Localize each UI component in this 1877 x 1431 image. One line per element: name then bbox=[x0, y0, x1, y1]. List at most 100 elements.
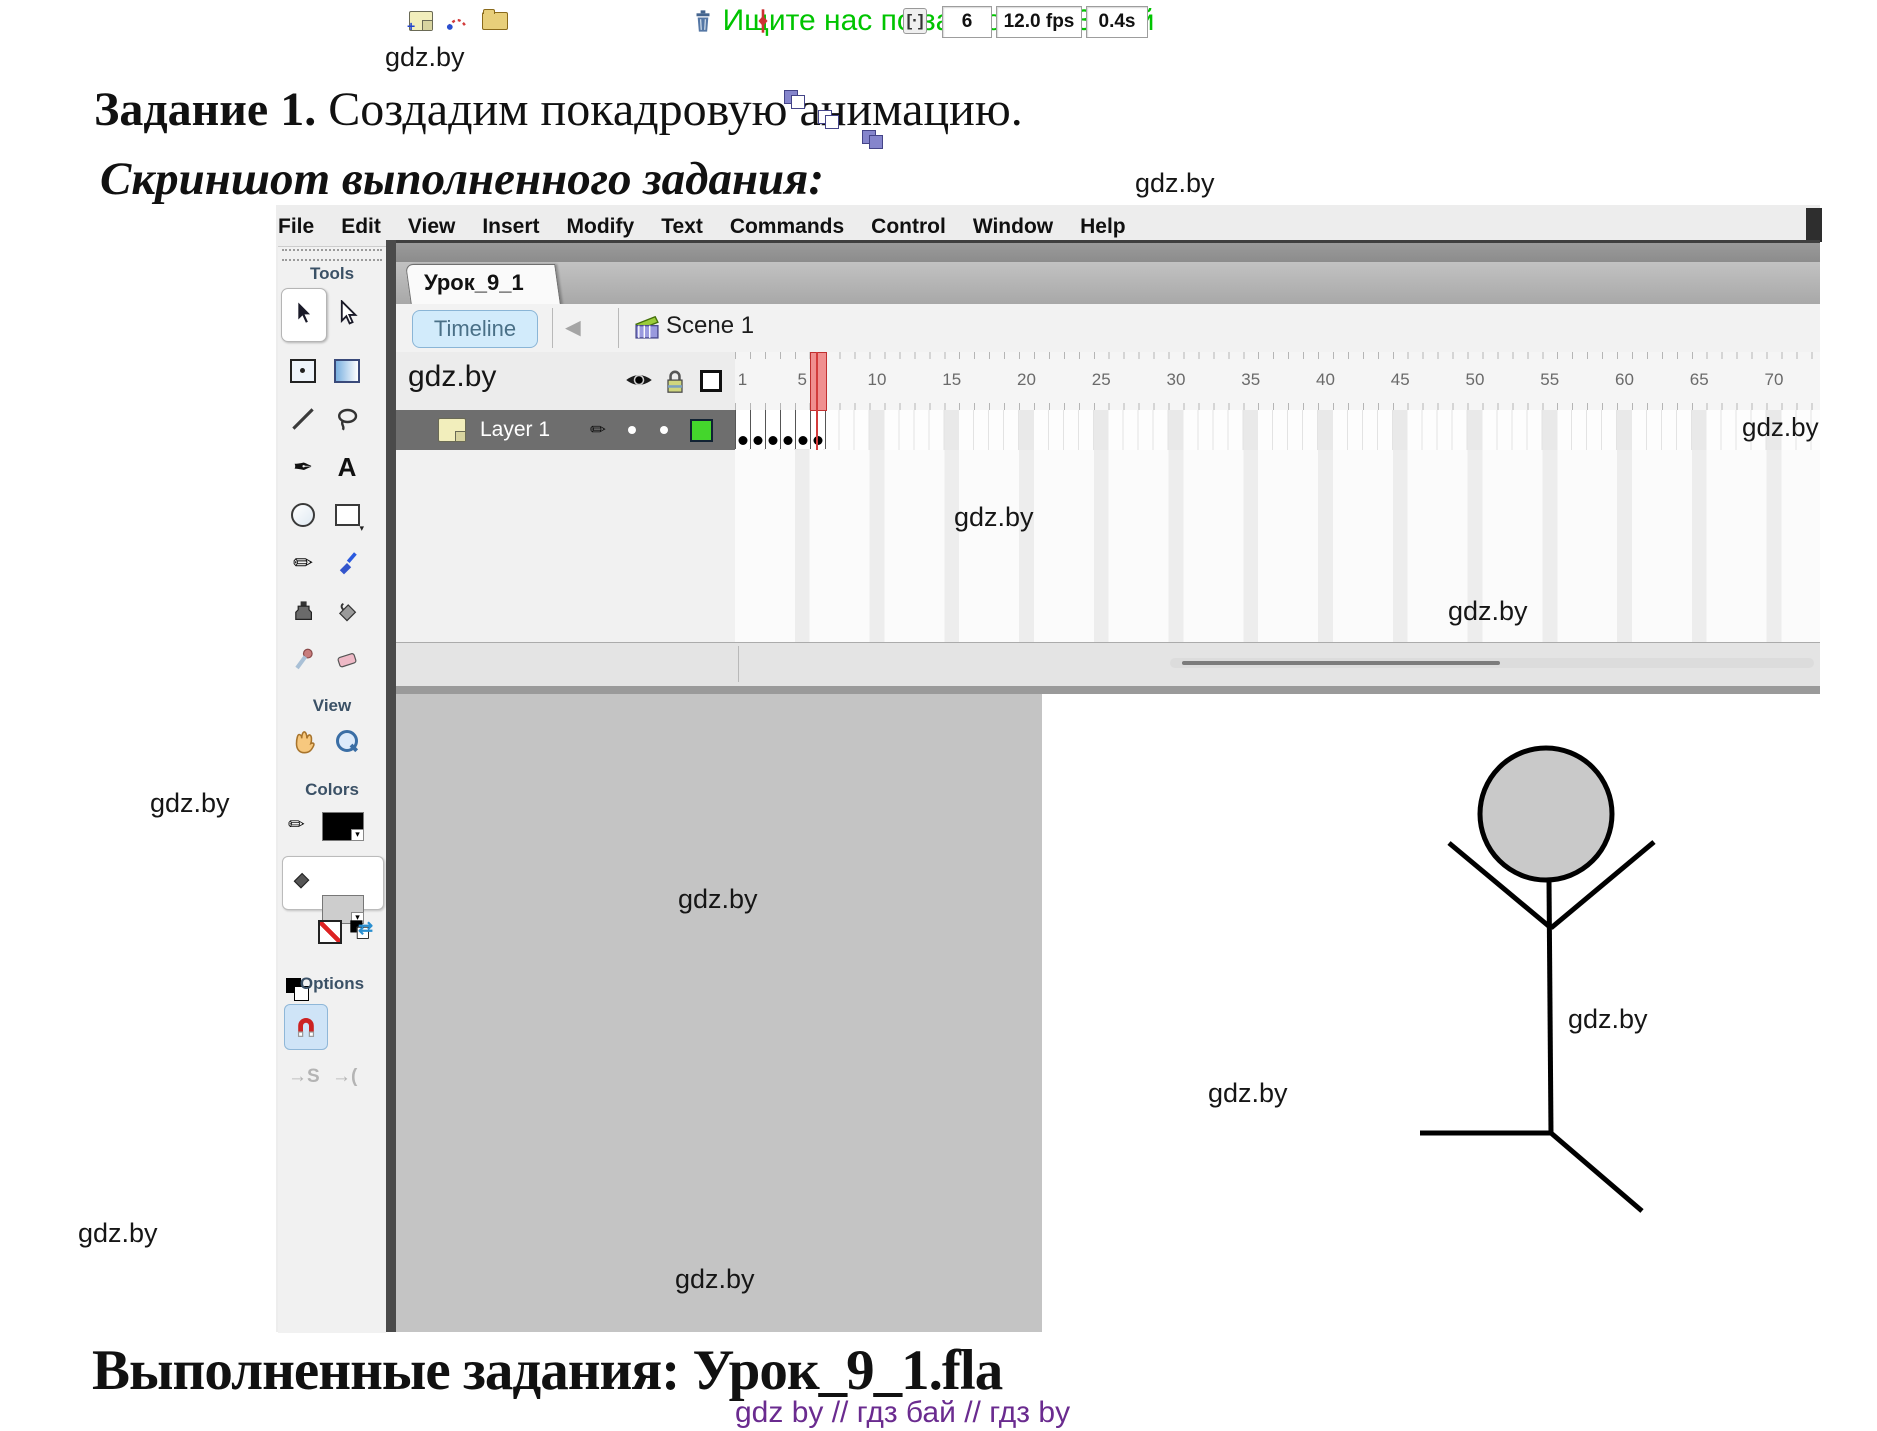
frames-row[interactable] bbox=[735, 410, 1820, 451]
menu-file[interactable]: File bbox=[278, 215, 314, 239]
eraser-icon bbox=[335, 647, 359, 671]
pencil-tool[interactable]: ✏ bbox=[284, 544, 322, 582]
delete-layer-button[interactable] bbox=[688, 6, 718, 36]
stroke-color-tool-icon: ✏ bbox=[288, 812, 305, 837]
hand-icon bbox=[290, 728, 316, 754]
oval-tool[interactable] bbox=[284, 496, 322, 534]
keyframe-dot bbox=[753, 436, 762, 445]
text-tool[interactable]: A bbox=[328, 448, 366, 486]
scene-name[interactable]: Scene 1 bbox=[666, 312, 754, 340]
menu-window[interactable]: Window bbox=[973, 215, 1053, 239]
gradient-transform-tool[interactable] bbox=[328, 352, 366, 390]
ruler-number: 40 bbox=[1316, 370, 1335, 390]
modify-onion-markers-button[interactable]: [·] bbox=[900, 6, 930, 36]
menu-view[interactable]: View bbox=[408, 215, 455, 239]
menu-control[interactable]: Control bbox=[871, 215, 946, 239]
selection-tool[interactable] bbox=[284, 294, 322, 332]
rectangle-tool[interactable]: ▾ bbox=[328, 496, 366, 534]
smooth-option[interactable]: →S bbox=[288, 1066, 320, 1088]
menu-help[interactable]: Help bbox=[1080, 215, 1126, 239]
elapsed-time-field[interactable]: 0.4s bbox=[1086, 6, 1148, 38]
layer-visibility-dot[interactable] bbox=[628, 426, 636, 434]
swap-arrows-icon: ⇄ bbox=[358, 918, 373, 939]
ruler-number: 25 bbox=[1092, 370, 1111, 390]
document-tab-label[interactable]: Урок_9_1 bbox=[424, 270, 524, 296]
keyframe-cell[interactable] bbox=[795, 410, 811, 449]
separator bbox=[738, 646, 739, 682]
swap-colors-button[interactable]: ⇄ bbox=[348, 918, 378, 942]
ruler-number: 50 bbox=[1466, 370, 1485, 390]
timeline-toggle-button[interactable]: Timeline bbox=[412, 310, 538, 348]
ink-bottle-icon bbox=[291, 599, 315, 623]
lock-layers-icon[interactable] bbox=[662, 368, 688, 401]
eraser-tool[interactable] bbox=[328, 640, 366, 678]
menu-insert[interactable]: Insert bbox=[482, 215, 539, 239]
onion-skin-button[interactable] bbox=[784, 88, 806, 108]
onion-skin-outlines-button[interactable] bbox=[818, 108, 840, 128]
timeline-scrollbar-thumb[interactable] bbox=[1182, 661, 1500, 665]
completed-tasks-line: Выполненные задания: Урок_9_1.fla bbox=[92, 1338, 1002, 1403]
ruler-number: 1 bbox=[738, 370, 747, 390]
insert-layer-button[interactable]: + bbox=[406, 6, 436, 36]
subselection-tool[interactable] bbox=[328, 294, 366, 332]
stage-pasteboard[interactable] bbox=[396, 694, 1042, 1332]
timeline-ruler[interactable]: 1510152025303540455055606570 bbox=[735, 352, 1820, 411]
watermark: gdz.by bbox=[675, 1264, 755, 1295]
current-frame-field[interactable]: 6 bbox=[942, 6, 992, 38]
eyedropper-tool[interactable] bbox=[284, 640, 322, 678]
panel-grip[interactable] bbox=[282, 249, 382, 261]
stick-head bbox=[1480, 748, 1612, 880]
snap-to-objects-toggle[interactable] bbox=[284, 1004, 328, 1050]
separator bbox=[618, 308, 619, 348]
tools-section-label: Tools bbox=[278, 264, 386, 284]
frame-rate-field[interactable]: 12.0 fps bbox=[996, 6, 1082, 38]
straighten-option[interactable]: →( bbox=[332, 1066, 357, 1088]
no-color-button[interactable] bbox=[318, 920, 342, 944]
playhead[interactable] bbox=[810, 352, 827, 411]
layer-name[interactable]: Layer 1 bbox=[480, 418, 550, 442]
menu-modify[interactable]: Modify bbox=[567, 215, 635, 239]
eyedropper-icon bbox=[291, 647, 315, 671]
fill-color-tool-icon bbox=[290, 868, 312, 895]
arrow-cursor-icon bbox=[290, 300, 316, 326]
menu-commands[interactable]: Commands bbox=[730, 215, 844, 239]
center-frame-button[interactable] bbox=[748, 6, 778, 36]
add-motion-guide-button[interactable] bbox=[442, 6, 472, 36]
ink-bottle-tool[interactable] bbox=[284, 592, 322, 630]
outline-view-icon[interactable] bbox=[700, 370, 722, 392]
line-tool[interactable] bbox=[284, 400, 322, 438]
text-tool-icon: A bbox=[338, 452, 357, 483]
insert-layer-folder-button[interactable] bbox=[480, 6, 510, 36]
colors-section-label: Colors bbox=[278, 780, 386, 800]
free-transform-tool[interactable] bbox=[284, 352, 322, 390]
stroke-color-swatch[interactable]: ▾ bbox=[322, 812, 364, 841]
back-arrow-button[interactable]: ◄ bbox=[560, 312, 586, 343]
watermark: gdz.by bbox=[385, 42, 465, 73]
ruler-number: 45 bbox=[1391, 370, 1410, 390]
hand-tool[interactable] bbox=[284, 722, 322, 760]
menu-edit[interactable]: Edit bbox=[341, 215, 381, 239]
stick-figure-drawing[interactable] bbox=[1042, 694, 1877, 1332]
keyframe-cell[interactable] bbox=[780, 410, 796, 449]
pen-tool[interactable]: ✒ bbox=[284, 448, 322, 486]
tab-strip bbox=[396, 262, 1820, 304]
brush-tool[interactable] bbox=[328, 544, 366, 582]
menu-bar: File Edit View Insert Modify Text Commands Cont… bbox=[278, 210, 1808, 244]
show-hide-layers-icon[interactable] bbox=[624, 368, 654, 397]
menu-text[interactable]: Text bbox=[661, 215, 703, 239]
watermark: gdz.by bbox=[408, 360, 496, 394]
zoom-tool[interactable] bbox=[328, 722, 366, 760]
edit-multiple-frames-button[interactable] bbox=[862, 128, 884, 148]
separator bbox=[552, 308, 553, 348]
layer-lock-dot[interactable] bbox=[660, 426, 668, 434]
panel-bottom-edge bbox=[396, 686, 1820, 694]
lasso-tool[interactable] bbox=[328, 400, 366, 438]
keyframe-cell[interactable] bbox=[750, 410, 766, 449]
layer-row[interactable]: Layer 1 ✏ bbox=[396, 410, 735, 450]
keyframe-cell[interactable] bbox=[765, 410, 781, 449]
panel-divider bbox=[386, 240, 396, 1332]
paint-bucket-tool[interactable] bbox=[328, 592, 366, 630]
keyframe-dot bbox=[739, 436, 748, 445]
layer-outline-color-swatch[interactable] bbox=[690, 419, 713, 442]
keyframe-cell[interactable] bbox=[735, 410, 751, 449]
